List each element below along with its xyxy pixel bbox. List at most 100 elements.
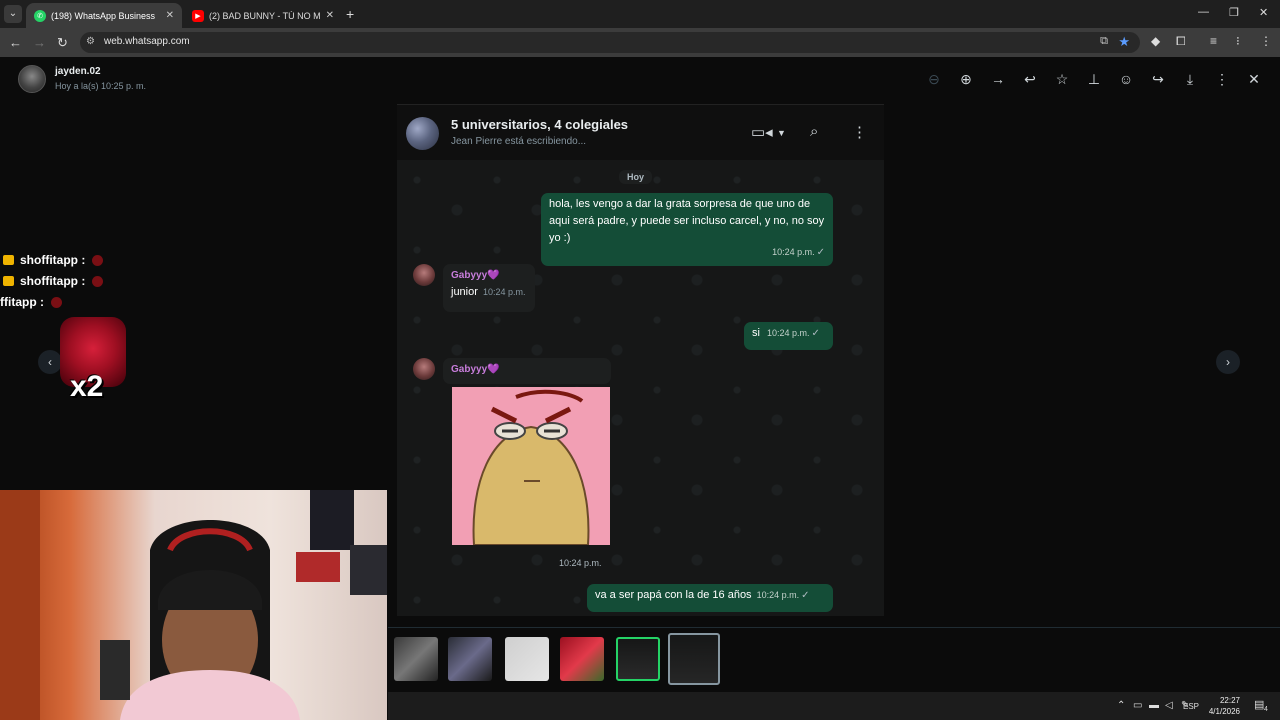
search-icon: ⌕ xyxy=(810,123,819,140)
youtube-icon: ▶ xyxy=(192,9,204,22)
message-time: 10:24 p.m. xyxy=(482,287,526,297)
webcam-feed xyxy=(0,490,387,720)
group-avatar xyxy=(406,117,439,150)
alert-user: shoffitapp : xyxy=(20,274,86,288)
clock-time: 22:27 xyxy=(1219,696,1240,705)
media-thumbnail[interactable] xyxy=(616,637,660,681)
message-sender: Gabyyy💜 xyxy=(451,364,500,375)
pou-sticker-drawing xyxy=(472,389,590,545)
display-icon[interactable]: ▭ xyxy=(1133,700,1142,711)
zoom-out-icon[interactable]: ⊖ xyxy=(925,71,943,88)
sender-name: jayden.02 xyxy=(55,66,101,77)
chevron-up-icon[interactable]: ⌃ xyxy=(1117,700,1125,711)
go-to-message-icon[interactable]: → xyxy=(989,71,1007,87)
media-thumbnail-current[interactable] xyxy=(668,633,720,685)
whatsapp-icon: ✆ xyxy=(34,9,46,22)
stream-alert: ffitapp : xyxy=(0,295,62,309)
media-thumbnail[interactable] xyxy=(505,637,549,681)
url-text[interactable]: web.whatsapp.com xyxy=(104,36,190,47)
alert-user: shoffitapp : xyxy=(20,253,86,267)
avatar xyxy=(413,264,435,286)
sent-check-icon: ✓ xyxy=(801,590,810,601)
media-thumbnail[interactable] xyxy=(560,637,604,681)
site-info-icon[interactable]: ⚙ xyxy=(86,36,95,47)
emoji-icon[interactable]: ☺ xyxy=(1117,71,1135,87)
avatar xyxy=(413,358,435,380)
share-icon[interactable]: ↪ xyxy=(1149,71,1167,88)
new-tab-button[interactable]: + xyxy=(346,6,354,22)
gift-icon xyxy=(92,254,104,266)
language-indicator[interactable]: ESP xyxy=(1183,702,1199,711)
message-text: si xyxy=(752,327,760,339)
sender-time: Hoy a la(s) 10:25 p. m. xyxy=(55,81,147,91)
bookmark-star-icon[interactable]: ★ xyxy=(1118,34,1130,50)
battery-icon[interactable]: ▬ xyxy=(1149,700,1159,711)
tab-youtube[interactable]: ▶ (2) BAD BUNNY - TÚ NO METE ✕ xyxy=(184,3,342,28)
taskbar: ⌃ ▭ ▬ ◁ ✎ ESP 22:27 4/1/2026 ▤ 4 xyxy=(388,692,1280,720)
message-sender: Gabyyy💜 xyxy=(451,270,500,281)
stream-alert: shoffitapp : xyxy=(0,253,104,267)
alert-user: ffitapp : xyxy=(0,295,44,309)
message-text: va a ser papá con la de 16 años xyxy=(595,589,752,601)
more-icon[interactable]: ⋮ xyxy=(1213,71,1231,88)
close-tab-icon[interactable]: ✕ xyxy=(166,10,174,21)
extensions-puzzle-icon[interactable]: ⧠ xyxy=(1176,34,1186,49)
star-icon[interactable]: ☆ xyxy=(1053,71,1071,88)
notification-count: 4 xyxy=(1264,706,1268,713)
forward-icon[interactable]: → xyxy=(33,35,46,50)
message-bubble-outgoing: va a ser papá con la de 16 años 10:24 p.… xyxy=(587,584,833,612)
media-thumbnail[interactable] xyxy=(394,637,438,681)
extension-icon[interactable]: ◆ xyxy=(1151,34,1160,48)
install-app-icon[interactable]: ⧉ xyxy=(1100,35,1108,48)
media-thumbnail[interactable] xyxy=(448,637,492,681)
reload-icon[interactable]: ↻ xyxy=(57,35,68,51)
gift-count: x2 xyxy=(70,370,104,403)
browser-tab-bar: ⌄ ✆ (198) WhatsApp Business ✕ ▶ (2) BAD … xyxy=(0,0,1280,28)
tab-search-button[interactable]: ⌄ xyxy=(4,5,22,23)
system-clock[interactable]: 22:27 4/1/2026 xyxy=(1200,695,1240,717)
sent-check-icon: ✓ xyxy=(811,328,820,339)
next-media-button[interactable]: › xyxy=(1216,350,1240,374)
download-icon[interactable]: ⤓ xyxy=(1181,71,1199,88)
media-control-icon[interactable]: ≡ xyxy=(1210,34,1217,48)
message-time: 10:24 p.m. xyxy=(767,328,810,338)
previous-media-button[interactable]: ‹ xyxy=(38,350,62,374)
notification-icon[interactable]: ▤ xyxy=(1254,698,1264,711)
menu-icon: ⋮ xyxy=(852,124,867,141)
address-bar[interactable]: ⚙ web.whatsapp.com ⧉ ★ xyxy=(80,32,1140,53)
message-bubble-incoming: Gabyyy💜 junior 10:24 p.m. xyxy=(443,264,535,312)
message-time: 10:24 p.m. xyxy=(772,247,815,257)
message-bubble-outgoing: si 10:24 p.m. ✓ xyxy=(744,322,833,350)
media-thumbnail-strip xyxy=(388,627,1280,692)
profile-icon[interactable]: ⁝ xyxy=(1236,34,1240,48)
chat-screenshot-image: 5 universitarios, 4 colegiales Jean Pier… xyxy=(397,104,884,616)
crown-icon xyxy=(3,276,14,286)
browser-menu-icon[interactable]: ⋮ xyxy=(1260,34,1272,48)
sent-check-icon: ✓ xyxy=(816,247,825,258)
avatar[interactable] xyxy=(18,65,46,93)
chat-header: 5 universitarios, 4 colegiales Jean Pier… xyxy=(397,104,884,160)
crown-icon xyxy=(3,255,14,265)
chat-body: Hoy hola, les vengo a dar la grata sorpr… xyxy=(397,160,884,616)
gift-icon xyxy=(92,275,104,287)
chevron-down-icon: ▼ xyxy=(777,128,786,138)
zoom-in-icon[interactable]: ⊕ xyxy=(957,71,975,88)
date-divider: Hoy xyxy=(619,170,653,184)
message-time: 10:24 p.m. xyxy=(559,558,602,568)
clock-date: 4/1/2026 xyxy=(1208,707,1240,716)
tab-whatsapp[interactable]: ✆ (198) WhatsApp Business ✕ xyxy=(26,3,182,28)
volume-icon[interactable]: ◁ xyxy=(1165,700,1173,711)
back-icon[interactable]: ← xyxy=(9,35,22,50)
restore-button[interactable]: ❐ xyxy=(1229,6,1239,19)
browser-toolbar: ← → ↻ ⚙ web.whatsapp.com ⧉ ★ ◆ ⧠ ≡ ⁝ ⋮ xyxy=(0,28,1280,57)
message-bubble-outgoing: hola, les vengo a dar la grata sorpresa … xyxy=(541,193,833,266)
close-window-button[interactable]: ✕ xyxy=(1259,6,1268,19)
close-tab-icon[interactable]: ✕ xyxy=(326,10,334,21)
minimize-button[interactable]: — xyxy=(1198,6,1209,18)
reply-icon[interactable]: ↩ xyxy=(1021,71,1039,88)
close-icon[interactable]: ✕ xyxy=(1245,71,1263,88)
message-time: 10:24 p.m. xyxy=(756,590,800,600)
message-text: junior xyxy=(451,286,478,298)
group-status: Jean Pierre está escribiendo... xyxy=(451,136,587,147)
pin-icon[interactable]: ⊥ xyxy=(1085,71,1103,88)
